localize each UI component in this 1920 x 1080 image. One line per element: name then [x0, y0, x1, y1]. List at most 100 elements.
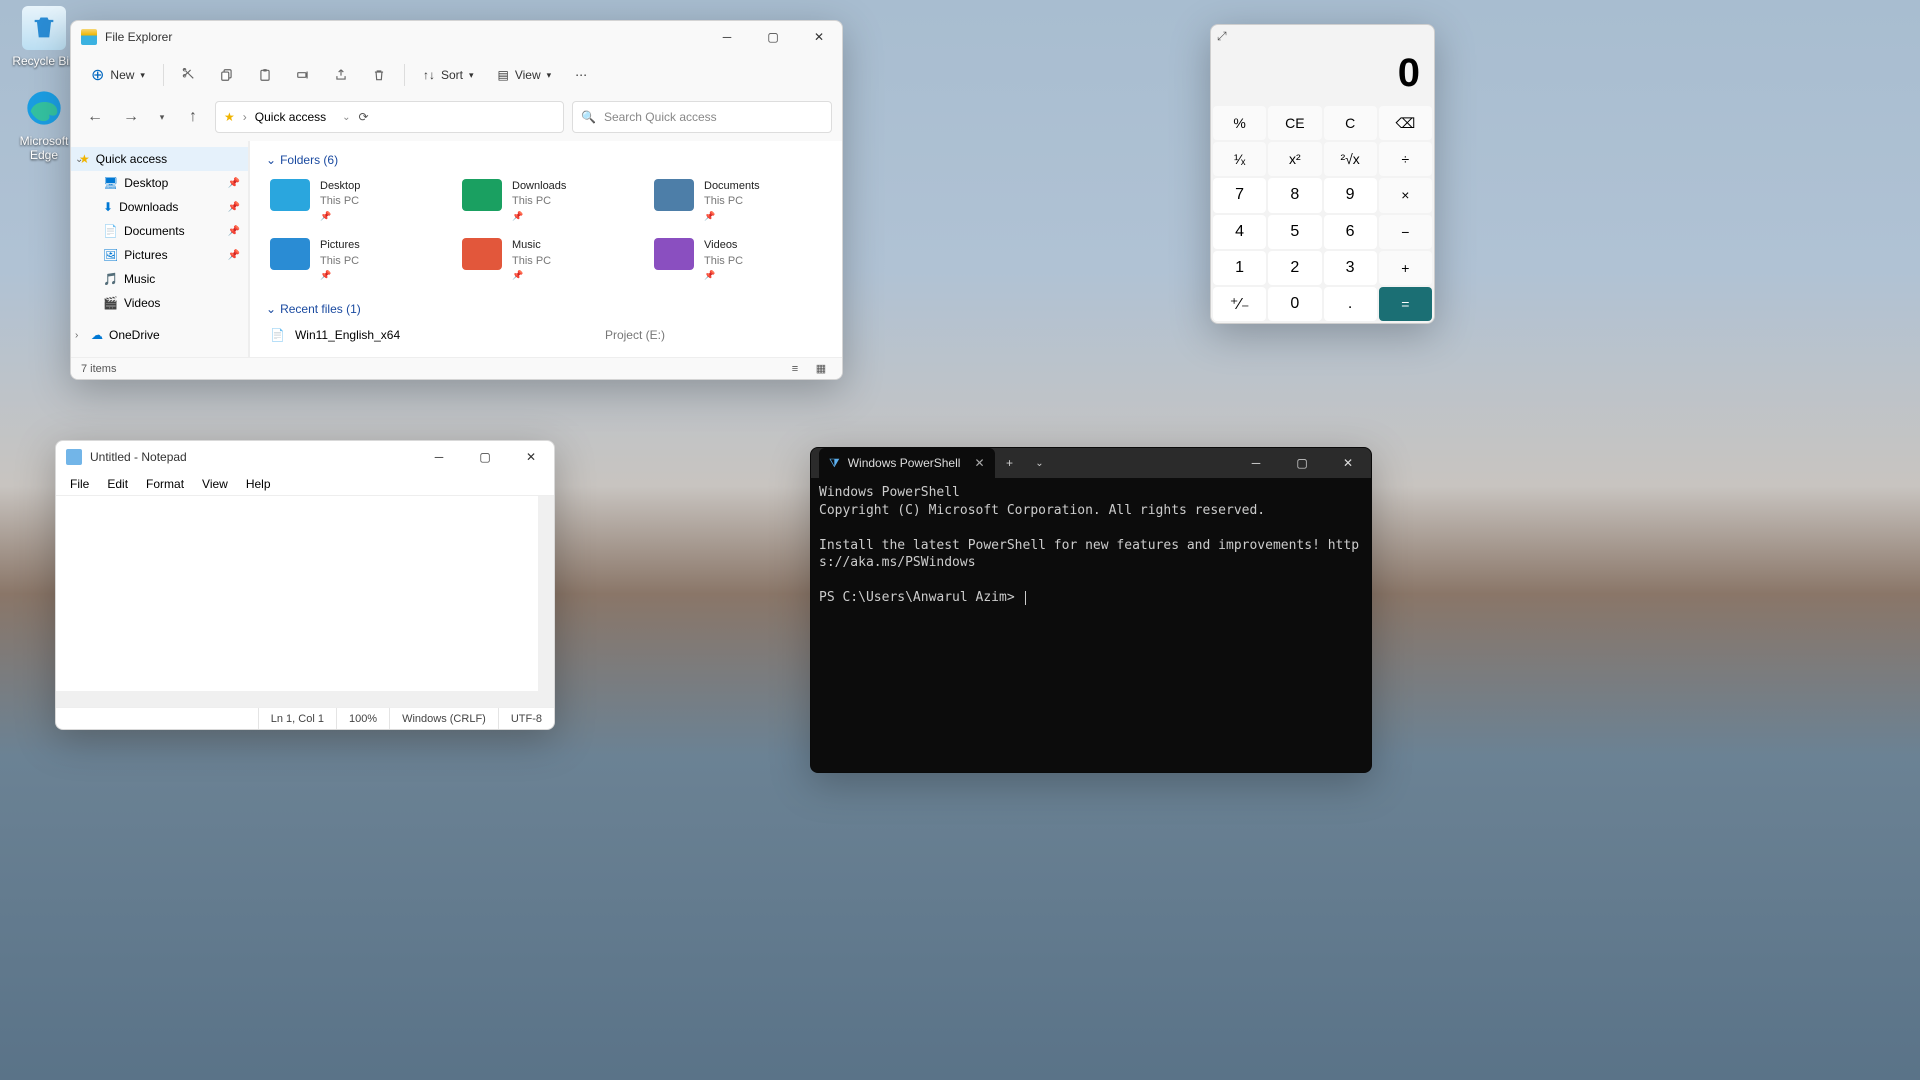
share-button[interactable] [324, 59, 358, 91]
search-input[interactable]: 🔍 Search Quick access [572, 101, 832, 133]
menu-file[interactable]: File [62, 475, 97, 493]
minimize-button[interactable]: ─ [1233, 447, 1279, 479]
new-button[interactable]: ⊕New▾ [81, 59, 155, 91]
folder-pictures[interactable]: PicturesThis PC📌 [266, 234, 442, 285]
menu-edit[interactable]: Edit [99, 475, 136, 493]
nav-item-desktop[interactable]: 🖥Desktop📌 [71, 171, 248, 195]
nav-onedrive[interactable]: ›☁OneDrive [71, 323, 248, 347]
folder-downloads[interactable]: DownloadsThis PC📌 [458, 175, 634, 226]
menu-help[interactable]: Help [238, 475, 279, 493]
folder-desktop[interactable]: DesktopThis PC📌 [266, 175, 442, 226]
calculator-titlebar[interactable]: ⤢ [1211, 25, 1434, 47]
minimize-button[interactable]: ─ [704, 21, 750, 53]
close-button[interactable]: ✕ [508, 441, 554, 473]
calc-key-⁺⁄₋[interactable]: ⁺⁄₋ [1213, 287, 1266, 321]
maximize-button[interactable]: ▢ [1279, 447, 1325, 479]
notepad-icon [66, 449, 82, 465]
chevron-down-icon[interactable]: ⌄ [342, 112, 350, 123]
maximize-button[interactable]: ▢ [750, 21, 796, 53]
scrollbar-horizontal[interactable] [56, 691, 554, 707]
nav-forward-button[interactable]: → [117, 103, 145, 131]
keep-on-top-icon[interactable]: ⤢ [1217, 29, 1227, 44]
tab-dropdown-button[interactable]: ⌄ [1025, 458, 1055, 469]
item-count: 7 items [81, 363, 116, 375]
refresh-button[interactable]: ⟳ [359, 110, 369, 124]
notepad-text-area[interactable] [56, 496, 554, 707]
calc-key-CE[interactable]: CE [1268, 106, 1321, 140]
calc-key-C[interactable]: C [1324, 106, 1377, 140]
terminal-tab[interactable]: ⧩ Windows PowerShell ✕ [819, 448, 995, 478]
calc-key-⌫[interactable]: ⌫ [1379, 106, 1432, 140]
calc-key-7[interactable]: 7 [1213, 178, 1266, 212]
folder-documents[interactable]: DocumentsThis PC📌 [650, 175, 826, 226]
nav-quick-access[interactable]: ⌄★Quick access [71, 147, 248, 171]
calc-key-0[interactable]: 0 [1268, 287, 1321, 321]
new-tab-button[interactable]: + [995, 456, 1025, 470]
close-button[interactable]: ✕ [1325, 447, 1371, 479]
cursor-position: Ln 1, Col 1 [258, 708, 336, 729]
calc-key-%[interactable]: % [1213, 106, 1266, 140]
notepad-titlebar[interactable]: Untitled - Notepad ─ ▢ ✕ [56, 441, 554, 473]
address-bar[interactable]: ★ › Quick access ⌄ ⟳ [215, 101, 564, 133]
view-details-button[interactable]: ≡ [784, 360, 806, 378]
minimize-button[interactable]: ─ [416, 441, 462, 473]
calc-key-x²[interactable]: x² [1268, 142, 1321, 176]
nav-item-downloads[interactable]: ⬇Downloads📌 [71, 195, 248, 219]
nav-item-documents[interactable]: 📄Documents📌 [71, 219, 248, 243]
copy-button[interactable] [210, 59, 244, 91]
explorer-toolbar: ⊕New▾ ↑↓Sort▾ ▤View▾ ⋯ [71, 53, 842, 97]
explorer-content: ⌄Folders (6) DesktopThis PC📌 DownloadsThi… [249, 141, 842, 357]
calc-key-²√x[interactable]: ²√x [1324, 142, 1377, 176]
rename-button[interactable] [286, 59, 320, 91]
calc-key-9[interactable]: 9 [1324, 178, 1377, 212]
view-tiles-button[interactable]: ▦ [810, 360, 832, 378]
calc-key-¹⁄ₓ[interactable]: ¹⁄ₓ [1213, 142, 1266, 176]
folder-music[interactable]: MusicThis PC📌 [458, 234, 634, 285]
folder-videos[interactable]: VideosThis PC📌 [650, 234, 826, 285]
calc-key-5[interactable]: 5 [1268, 215, 1321, 249]
view-button[interactable]: ▤View▾ [488, 59, 562, 91]
calculator-window: ⤢ 0 %CEC⌫¹⁄ₓx²²√x÷789×456−123+⁺⁄₋0.= [1210, 24, 1435, 324]
nav-this-pc[interactable]: ›🖥This PC [71, 355, 248, 357]
calc-key-8[interactable]: 8 [1268, 178, 1321, 212]
calc-key-+[interactable]: + [1379, 251, 1432, 285]
calc-key-×[interactable]: × [1379, 178, 1432, 212]
calc-key-.[interactable]: . [1324, 287, 1377, 321]
notepad-menu-bar: FileEditFormatViewHelp [56, 473, 554, 496]
maximize-button[interactable]: ▢ [462, 441, 508, 473]
nav-item-music[interactable]: 🎵Music [71, 267, 248, 291]
delete-button[interactable] [362, 59, 396, 91]
calc-key-=[interactable]: = [1379, 287, 1432, 321]
terminal-titlebar[interactable]: ⧩ Windows PowerShell ✕ + ⌄ ─ ▢ ✕ [811, 448, 1371, 478]
terminal-body[interactable]: Windows PowerShell Copyright (C) Microso… [811, 478, 1371, 772]
nav-back-button[interactable]: ← [81, 103, 109, 131]
tab-close-button[interactable]: ✕ [974, 456, 984, 470]
sort-button[interactable]: ↑↓Sort▾ [413, 59, 484, 91]
calc-key-1[interactable]: 1 [1213, 251, 1266, 285]
close-button[interactable]: ✕ [796, 21, 842, 53]
nav-item-videos[interactable]: 🎬Videos [71, 291, 248, 315]
powershell-icon: ⧩ [829, 456, 840, 471]
calc-key-2[interactable]: 2 [1268, 251, 1321, 285]
menu-format[interactable]: Format [138, 475, 192, 493]
menu-view[interactable]: View [194, 475, 236, 493]
scrollbar-vertical[interactable] [538, 496, 554, 691]
star-icon: ★ [224, 110, 235, 124]
calc-key-−[interactable]: − [1379, 215, 1432, 249]
paste-button[interactable] [248, 59, 282, 91]
nav-item-pictures[interactable]: 🖼Pictures📌 [71, 243, 248, 267]
cut-button[interactable] [172, 59, 206, 91]
nav-up-button[interactable]: ↑ [179, 103, 207, 131]
recent-file[interactable]: 📄Win11_English_x64Project (E:) [266, 324, 826, 346]
search-icon: 🔍 [581, 110, 596, 124]
group-folders-header[interactable]: ⌄Folders (6) [266, 153, 826, 167]
line-ending: Windows (CRLF) [389, 708, 498, 729]
explorer-titlebar[interactable]: File Explorer ─ ▢ ✕ [71, 21, 842, 53]
calc-key-÷[interactable]: ÷ [1379, 142, 1432, 176]
more-button[interactable]: ⋯ [565, 59, 597, 91]
group-recent-header[interactable]: ⌄Recent files (1) [266, 302, 826, 316]
calc-key-3[interactable]: 3 [1324, 251, 1377, 285]
calc-key-6[interactable]: 6 [1324, 215, 1377, 249]
nav-history-button[interactable]: ▾ [153, 103, 171, 131]
calc-key-4[interactable]: 4 [1213, 215, 1266, 249]
